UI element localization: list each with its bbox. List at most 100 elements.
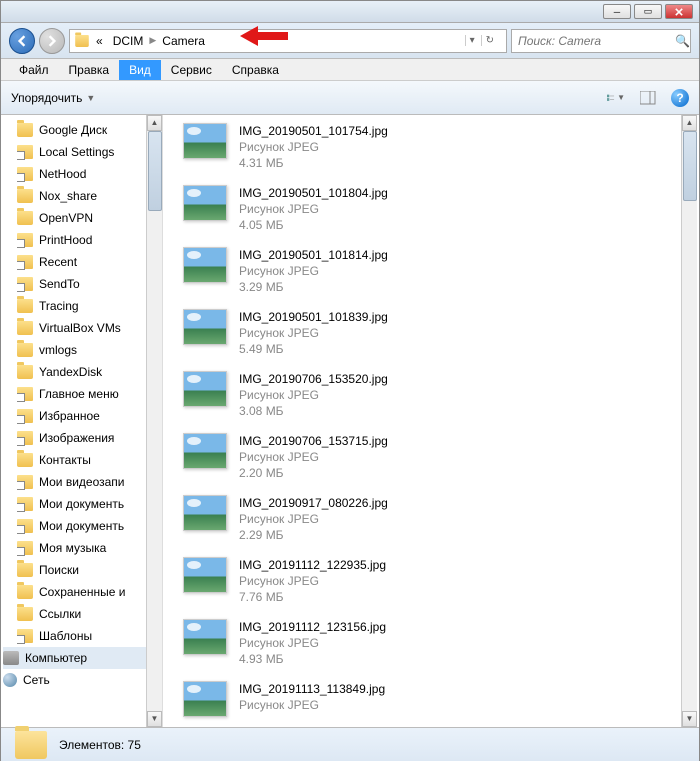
search-icon[interactable]: 🔍 xyxy=(675,34,690,48)
breadcrumb-dcim[interactable]: DCIM xyxy=(109,34,148,48)
search-input[interactable] xyxy=(518,34,675,48)
back-button[interactable] xyxy=(9,28,35,54)
sidebar-item-label: Поиски xyxy=(39,563,79,577)
sidebar-item-label: Мои документь xyxy=(39,497,124,511)
folder-icon xyxy=(17,585,33,599)
scroll-down-button[interactable]: ▼ xyxy=(147,711,162,727)
sidebar-item[interactable]: Nox_share xyxy=(17,185,162,207)
sidebar-item-label: vmlogs xyxy=(39,343,77,357)
sidebar-item[interactable]: YandexDisk xyxy=(17,361,162,383)
sidebar-item[interactable]: VirtualBox VMs xyxy=(17,317,162,339)
file-item[interactable]: IMG_20190501_101814.jpg Рисунок JPEG 3.2… xyxy=(183,247,699,295)
sidebar-scrollbar[interactable]: ▲ ▼ xyxy=(146,115,162,727)
file-item[interactable]: IMG_20190706_153520.jpg Рисунок JPEG 3.0… xyxy=(183,371,699,419)
refresh-icon[interactable]: ↻ xyxy=(481,35,498,46)
organize-button[interactable]: Упорядочить ▼ xyxy=(11,91,95,105)
breadcrumb[interactable]: « DCIM ▶ Camera ▾ ↻ xyxy=(69,29,507,53)
sidebar-item[interactable]: Сохраненные и xyxy=(17,581,162,603)
file-type: Рисунок JPEG xyxy=(239,263,388,279)
shortcut-icon xyxy=(17,167,33,181)
dropdown-icon[interactable]: ▾ xyxy=(465,35,479,46)
sidebar-item[interactable]: PrintHood xyxy=(17,229,162,251)
breadcrumb-root[interactable]: « xyxy=(92,34,107,48)
sidebar-item[interactable]: Компьютер xyxy=(3,647,162,669)
file-name: IMG_20190917_080226.jpg xyxy=(239,495,388,511)
file-type: Рисунок JPEG xyxy=(239,697,385,713)
menu-file[interactable]: Файл xyxy=(9,60,59,80)
sidebar-item[interactable]: Ссылки xyxy=(17,603,162,625)
file-item[interactable]: IMG_20190501_101754.jpg Рисунок JPEG 4.3… xyxy=(183,123,699,171)
minimize-button[interactable]: ─ xyxy=(603,4,631,19)
sidebar-item[interactable]: vmlogs xyxy=(17,339,162,361)
file-item[interactable]: IMG_20190501_101839.jpg Рисунок JPEG 5.4… xyxy=(183,309,699,357)
computer-icon xyxy=(3,651,19,665)
sidebar-item-label: VirtualBox VMs xyxy=(39,321,121,335)
search-box[interactable]: 🔍 xyxy=(511,29,691,53)
sidebar-item[interactable]: Мои документь xyxy=(17,515,162,537)
file-size: 4.31 МБ xyxy=(239,155,388,171)
image-thumbnail xyxy=(183,247,227,283)
file-name: IMG_20190501_101839.jpg xyxy=(239,309,388,325)
sidebar-item[interactable]: Главное меню xyxy=(17,383,162,405)
scroll-thumb[interactable] xyxy=(148,131,162,211)
command-bar: Упорядочить ▼ ▼ ? xyxy=(1,81,699,115)
folder-icon xyxy=(17,299,33,313)
file-item[interactable]: IMG_20191112_122935.jpg Рисунок JPEG 7.7… xyxy=(183,557,699,605)
sidebar-item[interactable]: Google Диск xyxy=(17,119,162,141)
sidebar-item[interactable]: NetHood xyxy=(17,163,162,185)
file-type: Рисунок JPEG xyxy=(239,449,388,465)
file-type: Рисунок JPEG xyxy=(239,511,388,527)
shortcut-icon xyxy=(17,475,33,489)
sidebar-item[interactable]: Мои документь xyxy=(17,493,162,515)
folder-icon xyxy=(75,35,89,47)
file-item[interactable]: IMG_20190917_080226.jpg Рисунок JPEG 2.2… xyxy=(183,495,699,543)
sidebar-item[interactable]: SendTo xyxy=(17,273,162,295)
sidebar-item[interactable]: Recent xyxy=(17,251,162,273)
chevron-right-icon: ▶ xyxy=(149,35,156,46)
file-list-pane[interactable]: IMG_20190501_101754.jpg Рисунок JPEG 4.3… xyxy=(163,115,699,727)
sidebar-item[interactable]: Моя музыка xyxy=(17,537,162,559)
image-thumbnail xyxy=(183,309,227,345)
shortcut-icon xyxy=(17,541,33,555)
menu-service[interactable]: Сервис xyxy=(161,60,222,80)
file-item[interactable]: IMG_20190501_101804.jpg Рисунок JPEG 4.0… xyxy=(183,185,699,233)
sidebar-item[interactable]: Шаблоны xyxy=(17,625,162,647)
help-button[interactable]: ? xyxy=(671,89,689,107)
sidebar-item[interactable]: Контакты xyxy=(17,449,162,471)
image-thumbnail xyxy=(183,433,227,469)
navigation-pane[interactable]: Google Диск Local Settings NetHood Nox_s… xyxy=(1,115,163,727)
view-options-button[interactable]: ▼ xyxy=(607,89,625,107)
file-item[interactable]: IMG_20191113_113849.jpg Рисунок JPEG xyxy=(183,681,699,717)
forward-button[interactable] xyxy=(39,28,65,54)
file-name: IMG_20191112_122935.jpg xyxy=(239,557,386,573)
shortcut-icon xyxy=(17,409,33,423)
sidebar-item[interactable]: Local Settings xyxy=(17,141,162,163)
preview-pane-button[interactable] xyxy=(639,89,657,107)
scroll-up-button[interactable]: ▲ xyxy=(682,115,697,131)
sidebar-item[interactable]: Сеть xyxy=(3,669,162,691)
file-item[interactable]: IMG_20190706_153715.jpg Рисунок JPEG 2.2… xyxy=(183,433,699,481)
image-thumbnail xyxy=(183,123,227,159)
shortcut-icon xyxy=(17,145,33,159)
scroll-down-button[interactable]: ▼ xyxy=(682,711,697,727)
file-type: Рисунок JPEG xyxy=(239,573,386,589)
file-item[interactable]: IMG_20191112_123156.jpg Рисунок JPEG 4.9… xyxy=(183,619,699,667)
scroll-thumb[interactable] xyxy=(683,131,697,201)
close-button[interactable] xyxy=(665,4,693,19)
sidebar-item[interactable]: Избранное xyxy=(17,405,162,427)
folder-icon xyxy=(17,189,33,203)
menu-view[interactable]: Вид xyxy=(119,60,161,80)
sidebar-item[interactable]: Tracing xyxy=(17,295,162,317)
menu-help[interactable]: Справка xyxy=(222,60,289,80)
sidebar-item[interactable]: OpenVPN xyxy=(17,207,162,229)
sidebar-item[interactable]: Изображения xyxy=(17,427,162,449)
scroll-up-button[interactable]: ▲ xyxy=(147,115,162,131)
menu-edit[interactable]: Правка xyxy=(59,60,120,80)
file-name: IMG_20190501_101754.jpg xyxy=(239,123,388,139)
breadcrumb-camera[interactable]: Camera xyxy=(158,34,209,48)
file-type: Рисунок JPEG xyxy=(239,387,388,403)
sidebar-item[interactable]: Мои видеозапи xyxy=(17,471,162,493)
maximize-button[interactable]: ▭ xyxy=(634,4,662,19)
sidebar-item[interactable]: Поиски xyxy=(17,559,162,581)
filelist-scrollbar[interactable]: ▲ ▼ xyxy=(681,115,697,727)
